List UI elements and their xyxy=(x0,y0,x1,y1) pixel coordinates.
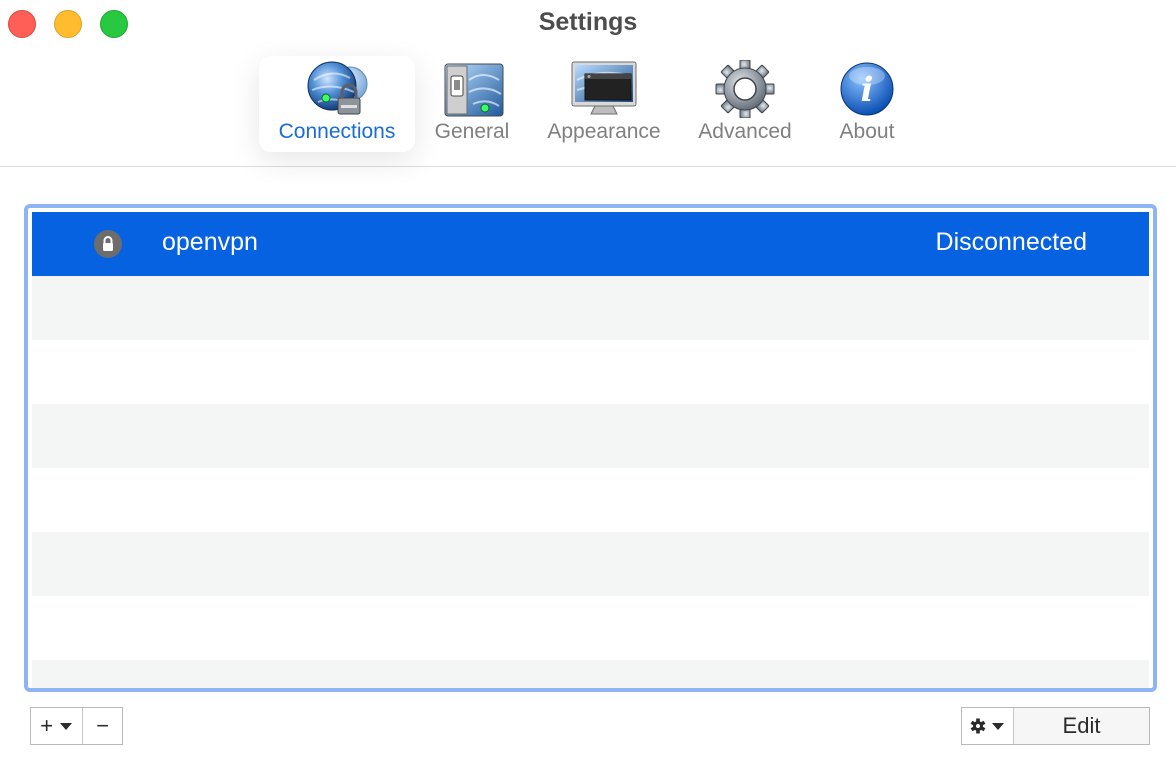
plus-icon: + xyxy=(40,713,54,738)
preferences-toolbar: Connections General Appearance Advanced … xyxy=(0,52,1176,167)
table-row[interactable]: openvpn Disconnected xyxy=(32,212,1149,276)
empty-row xyxy=(32,340,1149,404)
tab-label: Connections xyxy=(278,120,396,143)
add-remove-controls: + − xyxy=(30,707,123,745)
minus-icon: − xyxy=(96,713,110,738)
empty-row xyxy=(32,276,1149,340)
tab-label: About xyxy=(839,120,895,143)
tab-connections[interactable]: Connections xyxy=(259,56,415,152)
info-icon: i xyxy=(840,62,894,116)
switch-icon xyxy=(444,63,504,117)
gear-icon xyxy=(715,60,775,118)
empty-row xyxy=(32,596,1149,660)
tab-label: Advanced xyxy=(698,120,792,143)
title-bar: Settings xyxy=(0,0,1176,46)
settings-window: Settings Connections General Appearance … xyxy=(0,0,1176,770)
edit-button[interactable]: Edit xyxy=(1013,708,1149,744)
connections-table: openvpn Disconnected xyxy=(32,212,1149,688)
connection-name: openvpn xyxy=(162,228,258,256)
lock-icon xyxy=(94,230,122,258)
window-title: Settings xyxy=(538,8,638,36)
chevron-down-icon xyxy=(60,723,73,730)
svg-text:i: i xyxy=(861,70,874,110)
globe-lock-icon xyxy=(307,61,368,115)
empty-row xyxy=(32,660,1149,688)
connections-list[interactable]: openvpn Disconnected xyxy=(24,204,1157,692)
action-controls: Edit xyxy=(961,707,1150,745)
remove-connection-button[interactable]: − xyxy=(82,708,122,744)
empty-row xyxy=(32,532,1149,596)
empty-row xyxy=(32,404,1149,468)
tab-label: Appearance xyxy=(547,120,661,143)
tab-advanced[interactable]: Advanced xyxy=(688,56,802,152)
monitor-icon xyxy=(571,61,637,115)
gear-icon xyxy=(970,718,986,734)
tab-label: General xyxy=(434,120,510,143)
empty-row xyxy=(32,468,1149,532)
add-connection-button[interactable]: + xyxy=(31,708,82,744)
tab-general[interactable]: General xyxy=(425,56,519,152)
connection-status: Disconnected xyxy=(935,228,1087,256)
tab-about[interactable]: i About xyxy=(826,56,908,152)
chevron-down-icon xyxy=(992,723,1004,730)
tab-appearance[interactable]: Appearance xyxy=(532,56,676,152)
actions-menu-button[interactable] xyxy=(962,708,1013,744)
